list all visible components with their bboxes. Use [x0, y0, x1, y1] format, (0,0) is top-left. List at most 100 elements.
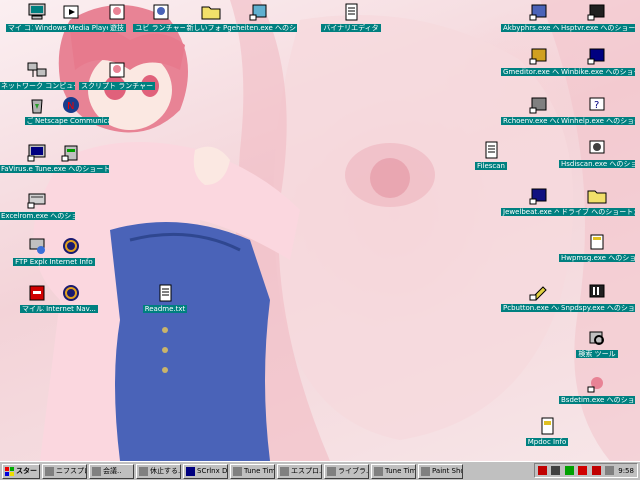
window-icon [280, 466, 289, 476]
clock[interactable]: 9:58 [618, 467, 634, 475]
shortcut-icon [528, 2, 550, 22]
taskbar-button[interactable]: ライブラ... [324, 463, 369, 479]
desktop-icon-hsptvr[interactable]: Hsptvr.exe へのショートカット [559, 2, 635, 40]
g-icon[interactable] [591, 466, 601, 475]
desktop-icon-winhelp[interactable]: ? Winhelp.exe へのショートカット [559, 95, 635, 133]
start-button[interactable]: スタート [2, 463, 40, 479]
window-icon [233, 466, 242, 476]
task-label: Tune Tim... [385, 467, 416, 475]
desktop-icon-bsdetim[interactable]: Bsdetim.exe へのショートカット [559, 374, 635, 412]
desktop-icon-excelrom[interactable]: Excelrom.exe へのショートカット [0, 190, 75, 228]
window-icon [374, 466, 383, 476]
window-icon [421, 466, 430, 476]
taskbar-button[interactable]: Paint Sho... [418, 463, 463, 479]
shortcut-icon [26, 190, 48, 210]
window-icon [92, 466, 101, 476]
taskbar-button[interactable]: エスプロ... [277, 463, 322, 479]
task-label: ライブラ... [338, 467, 369, 475]
icon-label: Mpdoc Info [525, 438, 569, 446]
desktop-icon-internet-info[interactable]: Internet Info [34, 236, 108, 274]
icon-label: Pgeheiten.exe へのショートカット [221, 24, 297, 32]
desktop-icon-script-launcher[interactable]: スクリプト ランチャー [79, 60, 155, 98]
icon-label: Internet Nav... [44, 305, 98, 313]
shortcut-icon [60, 143, 82, 163]
desktop-icon-hsdiscan[interactable]: Hsdiscan.exe へのショートカット [559, 138, 635, 176]
icon-label: バイナリエディタ [321, 24, 381, 32]
system-tray: 9:58 [534, 463, 638, 478]
shortcut-icon [586, 46, 608, 66]
desktop-icon-drive[interactable]: ドライブ へのショートカット [559, 186, 635, 224]
desktop-icon-filescan[interactable]: Filescan [454, 140, 528, 178]
desktop-icon-hwpmsg[interactable]: Hwpmsg.exe へのショートカット [559, 232, 635, 270]
desktop-icon-internet-nav[interactable]: Internet Nav... [34, 283, 108, 321]
icon-label: Excelrom.exe へのショートカット [0, 212, 75, 220]
icon-label: Internet Info [47, 258, 95, 266]
svg-text:N: N [67, 101, 74, 112]
pen-icon[interactable] [538, 466, 547, 475]
globe-icon [60, 283, 82, 303]
shortcut-icon: ? [586, 95, 608, 115]
icon-label: ネットワーク コンピュータ [0, 82, 75, 90]
icon-label: Winhelp.exe へのショートカット [559, 117, 635, 125]
window-icon [327, 466, 336, 476]
icon-label: Readme.txt [142, 305, 188, 313]
desktop-icon-search-tool[interactable]: 検索 ツール [560, 328, 634, 366]
desktop[interactable]: マイ コンピュータ ネットワーク コンピュータ ごみ箱 FaVirus.exe … [0, 0, 640, 461]
document-icon [536, 416, 558, 436]
icon-label: Filescan [475, 162, 507, 170]
shortcut-icon [586, 232, 608, 252]
desktop-icon-mpdoc-info[interactable]: Mpdoc Info [510, 416, 584, 454]
desktop-icon-snpdspy[interactable]: Snpdspy.exe へのショートカット [559, 282, 635, 320]
icon-label: Hsdiscan.exe へのショートカット [559, 160, 635, 168]
icon-label: 検索 ツール [576, 350, 618, 358]
document-icon [340, 2, 362, 22]
globe-icon [60, 236, 82, 256]
shortcut-icon [586, 282, 608, 302]
icon-label: Hwpmsg.exe へのショートカット [559, 254, 635, 262]
shortcut-icon [528, 46, 550, 66]
svg-text:?: ? [594, 100, 599, 111]
ime-icon[interactable] [604, 466, 614, 475]
start-label: スタート [16, 467, 39, 475]
icon-label: Winbike.exe へのショートカット [559, 68, 635, 76]
taskbar-button[interactable]: 会議.. [89, 463, 134, 479]
icon-label: ドライブ へのショートカット [559, 208, 635, 216]
taskbar-button[interactable]: Tune Tim... [230, 463, 275, 479]
search-icon [586, 328, 608, 348]
program-icon [150, 2, 172, 22]
chat-icon[interactable] [578, 466, 588, 475]
taskbar-button[interactable]: 休止する... [136, 463, 181, 479]
task-label: 休止する... [150, 467, 181, 475]
icon-label: Snpdspy.exe へのショートカット [559, 304, 635, 312]
network-icon[interactable] [564, 466, 574, 475]
taskbar: スタート ニフスプロ... 会議.. 休止する... SCrlnx D... T… [0, 461, 640, 480]
shortcut-icon [586, 374, 608, 394]
window-icon [186, 466, 195, 476]
task-label: エスプロ... [291, 467, 322, 475]
desktop-icon-netscape[interactable]: N Netscape Communicator [33, 95, 109, 133]
taskbar-button[interactable]: Tune Tim... [371, 463, 416, 479]
task-label: Paint Sho... [432, 467, 462, 475]
speaker-icon[interactable] [551, 466, 561, 475]
taskbar-button[interactable]: ニフスプロ... [42, 463, 87, 479]
folder-icon [200, 2, 222, 22]
desktop-icon-network[interactable]: ネットワーク コンピュータ [0, 60, 75, 98]
taskbar-button[interactable]: SCrlnx D... [183, 463, 228, 479]
task-label: 会議.. [103, 467, 122, 475]
desktop-icon-tune[interactable]: Tune.exe へのショートカット [33, 143, 109, 181]
shortcut-icon [586, 186, 608, 206]
shortcut-icon [528, 95, 550, 115]
window-icon [139, 466, 148, 476]
task-label: SCrlnx D... [197, 467, 228, 475]
document-icon [480, 140, 502, 160]
icon-label: Bsdetim.exe へのショートカット [559, 396, 635, 404]
desktop-icon-readme[interactable]: Readme.txt [128, 283, 202, 321]
task-label: Tune Tim... [244, 467, 275, 475]
network-icon [26, 60, 48, 80]
task-label: ニフスプロ... [56, 467, 86, 475]
desktop-icon-winbike[interactable]: Winbike.exe へのショートカット [559, 46, 635, 84]
desktop-icon-pgeheiten[interactable]: Pgeheiten.exe へのショートカット [221, 2, 297, 40]
icon-label: Hsptvr.exe へのショートカット [559, 24, 635, 32]
desktop-icon-binary-editor[interactable]: バイナリエディタ [314, 2, 388, 40]
windows-logo-icon [5, 466, 14, 476]
